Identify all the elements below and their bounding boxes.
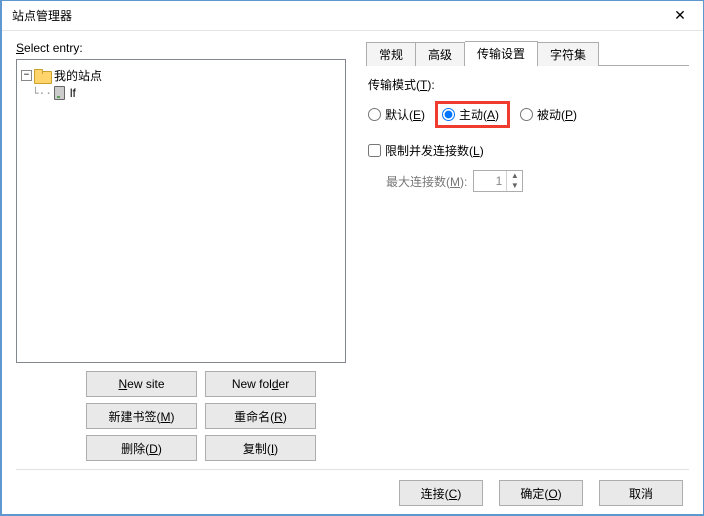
new-folder-button[interactable]: New folder <box>205 371 316 397</box>
limit-checkbox-input[interactable] <box>368 144 381 157</box>
tab-transfer[interactable]: 传输设置 <box>465 41 538 66</box>
limit-checkbox[interactable]: 限制并发连接数(L) <box>368 142 484 159</box>
titlebar: 站点管理器 ✕ <box>2 1 703 31</box>
ok-button[interactable]: 确定(O) <box>499 480 583 506</box>
highlight-active: 主动(A) <box>435 101 510 128</box>
transfer-mode-label: 传输模式(T): <box>368 76 689 93</box>
tab-general[interactable]: 常规 <box>366 42 416 66</box>
transfer-mode-radios: 默认(E) 主动(A) 被动(P) <box>368 101 689 128</box>
left-pane: Select entry: − 我的站点 └·· lf <box>16 41 346 461</box>
site-tree[interactable]: − 我的站点 └·· lf <box>16 59 346 363</box>
spinner-up-icon[interactable]: ▲ <box>507 171 522 181</box>
cancel-button[interactable]: 取消 <box>599 480 683 506</box>
site-manager-window: 站点管理器 ✕ Select entry: − 我的站点 └·· <box>0 0 704 516</box>
new-bookmark-button[interactable]: 新建书签(M) <box>86 403 197 429</box>
max-connections-input[interactable] <box>474 171 506 191</box>
rename-button[interactable]: 重命名(R) <box>205 403 316 429</box>
window-title: 站点管理器 <box>12 7 657 24</box>
new-site-button[interactable]: New site <box>86 371 197 397</box>
server-icon <box>54 86 65 100</box>
copy-button[interactable]: 复制(I) <box>205 435 316 461</box>
radio-passive-input[interactable] <box>520 108 533 121</box>
max-connections-spinner[interactable]: ▲ ▼ <box>473 170 523 192</box>
collapse-icon[interactable]: − <box>21 70 32 81</box>
transfer-panel: 传输模式(T): 默认(E) 主动(A) <box>366 65 689 461</box>
site-buttons: New site New folder 新建书签(M) 重命名(R) 删除(D) <box>16 371 346 461</box>
dialog-footer: 连接(C) 确定(O) 取消 <box>16 469 689 506</box>
connect-button[interactable]: 连接(C) <box>399 480 483 506</box>
radio-passive[interactable]: 被动(P) <box>520 106 577 123</box>
tree-root[interactable]: − 我的站点 <box>21 66 341 84</box>
folder-icon <box>34 69 50 82</box>
tree-connector: └·· <box>32 87 52 100</box>
close-button[interactable]: ✕ <box>657 1 703 31</box>
right-pane: 常规 高级 传输设置 字符集 传输模式(T): 默认(E) <box>366 41 689 461</box>
delete-button[interactable]: 删除(D) <box>86 435 197 461</box>
radio-default[interactable]: 默认(E) <box>368 106 425 123</box>
tabs: 常规 高级 传输设置 字符集 <box>366 41 689 65</box>
spinner-arrows[interactable]: ▲ ▼ <box>506 171 522 191</box>
tab-charset[interactable]: 字符集 <box>538 42 599 66</box>
max-connections-row: 最大连接数(M): ▲ ▼ <box>368 170 689 192</box>
tab-advanced[interactable]: 高级 <box>416 42 465 66</box>
radio-active[interactable]: 主动(A) <box>442 106 499 123</box>
radio-active-input[interactable] <box>442 108 455 121</box>
radio-default-input[interactable] <box>368 108 381 121</box>
max-connections-label: 最大连接数(M): <box>386 173 467 190</box>
dialog-body: Select entry: − 我的站点 └·· lf <box>2 31 703 514</box>
spinner-down-icon[interactable]: ▼ <box>507 181 522 191</box>
select-entry-label: Select entry: <box>16 41 346 55</box>
tree-root-label: 我的站点 <box>54 67 102 84</box>
tree-item-label: lf <box>70 86 76 100</box>
tree-item[interactable]: └·· lf <box>21 84 341 102</box>
